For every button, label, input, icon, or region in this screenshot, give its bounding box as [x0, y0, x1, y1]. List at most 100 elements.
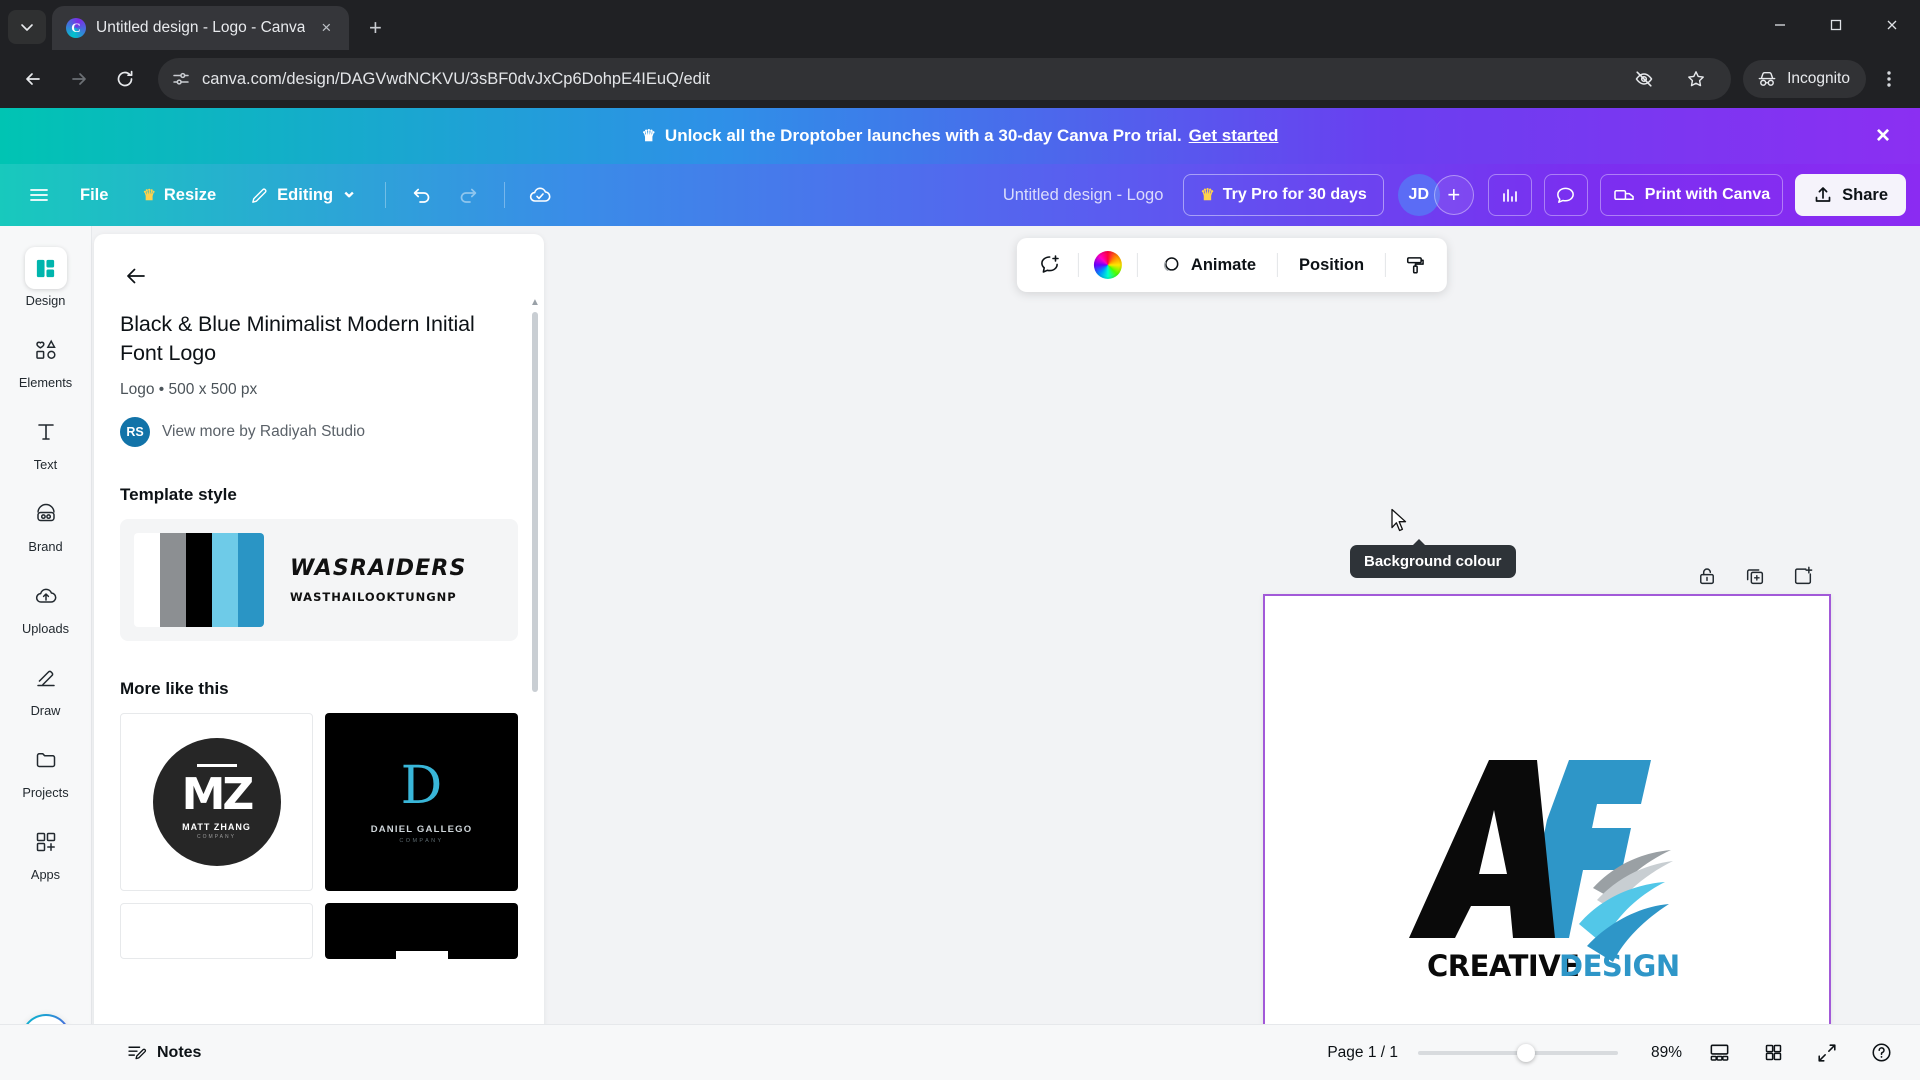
tab-close-icon[interactable]: ×: [315, 17, 337, 39]
logo-artwork[interactable]: CREATIVE DESIGN: [1265, 596, 1829, 1080]
close-icon: [1887, 20, 1897, 30]
panel-scrollbar[interactable]: [532, 312, 538, 692]
print-with-canva-button[interactable]: Print with Canva: [1599, 174, 1784, 216]
try-pro-button[interactable]: ♛ Try Pro for 30 days: [1183, 174, 1384, 216]
promo-close-button[interactable]: ×: [1866, 119, 1900, 153]
help-button[interactable]: [1864, 1036, 1898, 1070]
insights-button[interactable]: [1487, 174, 1532, 216]
editor-main: Design Elements Text Brand Uploads Draw …: [0, 226, 1920, 1080]
omnibox-actions: [1623, 58, 1717, 100]
sidebar-label: Design: [25, 293, 66, 308]
incognito-indicator[interactable]: Incognito: [1743, 60, 1866, 98]
sidebar-item-brand[interactable]: Brand: [8, 486, 84, 560]
sidebar-label: Uploads: [22, 621, 69, 636]
logo-preview: D DANIEL GALLEGO COMPANY: [325, 713, 518, 891]
forward-button[interactable]: [58, 58, 100, 100]
fullscreen-button[interactable]: [1810, 1036, 1844, 1070]
eye-off-button[interactable]: [1623, 58, 1665, 100]
truck-icon: [1614, 189, 1634, 200]
window-close-button[interactable]: [1864, 0, 1920, 50]
saved-status-button[interactable]: [519, 174, 561, 216]
editor-topbar: File ♛ Resize Editing ⌄ Untitled design …: [0, 164, 1920, 226]
panel-body: Black & Blue Minimalist Modern Initial F…: [94, 296, 544, 960]
panel-scroll-up-arrow[interactable]: ▲: [529, 296, 541, 308]
sidebar-item-design[interactable]: Design: [8, 240, 84, 314]
file-label: File: [80, 185, 109, 204]
toolbar-divider: [1077, 253, 1079, 277]
animate-button[interactable]: Animate: [1145, 244, 1270, 286]
add-page-button[interactable]: [1788, 561, 1818, 591]
redo-button[interactable]: [448, 174, 490, 216]
browser-menu-button[interactable]: [1870, 60, 1908, 98]
tab-search-button[interactable]: [8, 10, 46, 44]
text-icon: [25, 411, 67, 453]
zoom-slider[interactable]: [1418, 1043, 1618, 1062]
promo-text: Unlock all the Droptober launches with a…: [664, 126, 1182, 145]
sidebar-item-draw[interactable]: Draw: [8, 650, 84, 724]
template-thumb-3[interactable]: [120, 903, 313, 960]
template-style-card[interactable]: WASRAIDERS WASTHAILOOKTUNGNP: [120, 519, 518, 642]
swatch: [212, 533, 238, 628]
animate-label: Animate: [1190, 255, 1257, 274]
duplicate-page-button[interactable]: [1740, 561, 1770, 591]
reload-button[interactable]: [104, 58, 146, 100]
panel-back-button[interactable]: [116, 256, 156, 296]
tab-title: Untitled design - Logo - Canva: [96, 19, 306, 36]
bookmark-button[interactable]: [1675, 58, 1717, 100]
browser-chrome: C Untitled design - Logo - Canva × + can…: [0, 0, 1920, 108]
sidebar-label: Brand: [28, 539, 63, 554]
share-label: Share: [1842, 185, 1888, 204]
url-bar-row: canva.com/design/DAGVwdNCKVU/3sBF0dvJxCp…: [0, 50, 1920, 108]
sidebar-item-text[interactable]: Text: [8, 404, 84, 478]
window-minimize-button[interactable]: [1752, 0, 1808, 50]
swatch: [186, 533, 212, 628]
address-bar[interactable]: canva.com/design/DAGVwdNCKVU/3sBF0dvJxCp…: [158, 58, 1732, 100]
design-page-canvas[interactable]: CREATIVE DESIGN: [1263, 594, 1831, 1080]
editing-mode-button[interactable]: Editing ⌄: [236, 174, 371, 216]
back-button[interactable]: [12, 58, 54, 100]
promo-cta-link[interactable]: Get started: [1189, 126, 1279, 146]
browser-tab[interactable]: C Untitled design - Logo - Canva ×: [52, 6, 350, 50]
background-colour-button[interactable]: [1086, 244, 1130, 286]
tab-strip: C Untitled design - Logo - Canva × +: [0, 0, 1920, 50]
document-title[interactable]: Untitled design - Logo: [989, 175, 1178, 215]
page-settings-icon[interactable]: [172, 70, 190, 88]
add-comment-icon: [1041, 255, 1059, 273]
lock-page-button[interactable]: [1692, 561, 1722, 591]
timeline-view-button[interactable]: [1702, 1036, 1736, 1070]
add-collaborator-button[interactable]: +: [1433, 175, 1474, 215]
main-menu-button[interactable]: [18, 174, 60, 216]
comments-button[interactable]: [1543, 174, 1588, 216]
color-swatches: [134, 533, 264, 628]
zoom-slider-thumb[interactable]: [1517, 1043, 1535, 1062]
author-avatar: RS: [120, 417, 150, 448]
more-like-this-heading: More like this: [120, 679, 229, 699]
grid-view-button[interactable]: [1756, 1036, 1790, 1070]
author-link-row[interactable]: RS View more by Radiyah Studio: [120, 417, 518, 448]
lock-icon: [1700, 568, 1714, 585]
position-button[interactable]: Position: [1285, 244, 1378, 286]
sidebar-label: Projects: [22, 785, 69, 800]
notes-button[interactable]: Notes: [114, 1034, 213, 1072]
template-thumb-matt-zhang[interactable]: MZ MATT ZHANG COMPANY: [120, 713, 313, 892]
add-comment-button[interactable]: [1027, 244, 1071, 286]
sidebar-item-projects[interactable]: Projects: [8, 732, 84, 806]
template-thumb-daniel-gallego[interactable]: D DANIEL GALLEGO COMPANY: [325, 713, 518, 892]
new-tab-button[interactable]: +: [357, 10, 393, 46]
resize-button[interactable]: ♛ Resize: [128, 174, 230, 216]
file-menu-button[interactable]: File: [66, 174, 122, 216]
undo-button[interactable]: [400, 174, 442, 216]
af-creative-design-logo: CREATIVE DESIGN: [1409, 760, 1680, 983]
sidebar-item-apps[interactable]: Apps: [8, 814, 84, 888]
share-button[interactable]: Share: [1795, 174, 1906, 216]
floating-object-toolbar: Animate Position: [1016, 238, 1448, 292]
try-pro-label: Try Pro for 30 days: [1222, 186, 1367, 203]
window-maximize-button[interactable]: [1808, 0, 1864, 50]
sidebar-item-uploads[interactable]: Uploads: [8, 568, 84, 642]
sidebar-item-elements[interactable]: Elements: [8, 322, 84, 396]
more-options-button[interactable]: [1393, 244, 1437, 286]
notes-icon: [128, 1046, 147, 1060]
reload-icon: [117, 70, 133, 87]
template-thumb-4[interactable]: [325, 903, 518, 960]
logo-bar: [395, 951, 448, 960]
